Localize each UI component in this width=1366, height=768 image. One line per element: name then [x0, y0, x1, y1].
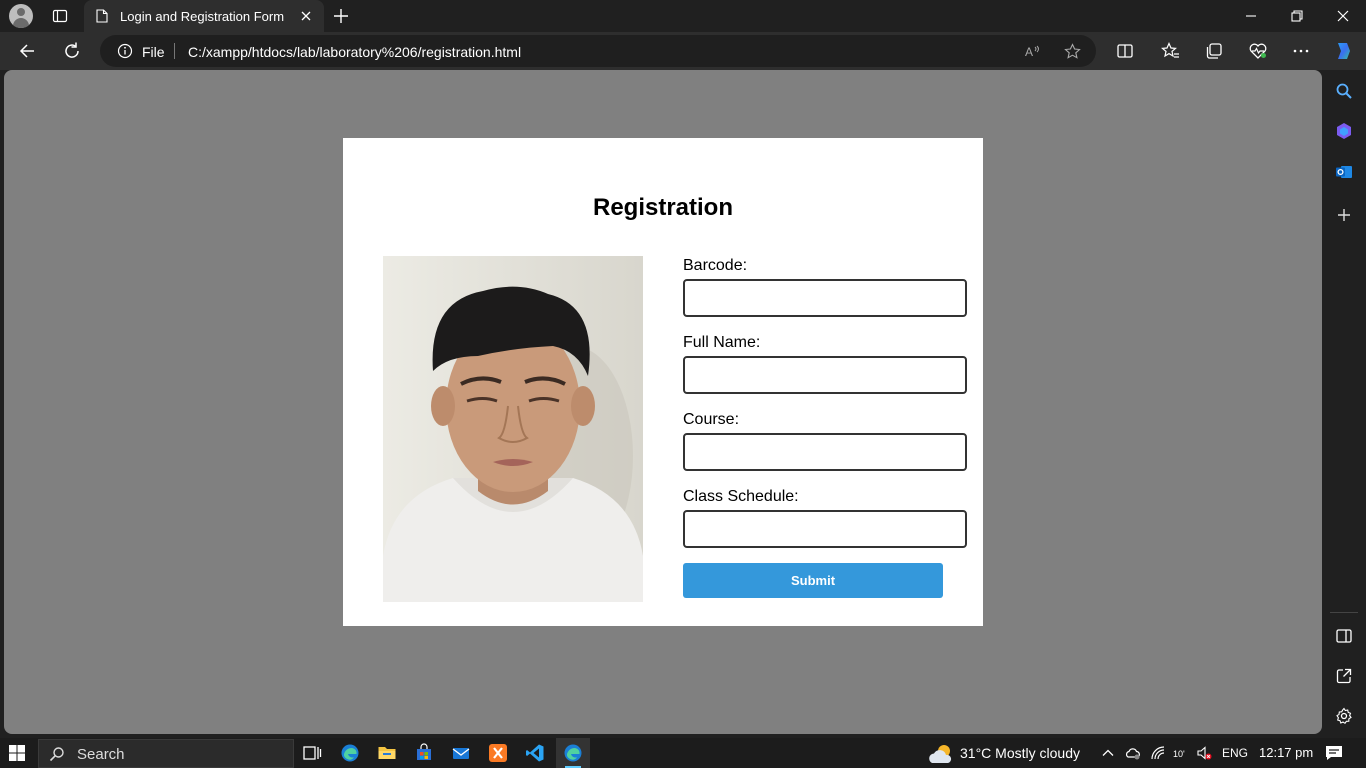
barcode-label: Barcode: — [683, 257, 748, 274]
edge-taskbar-icon — [564, 744, 582, 762]
full-name-input[interactable] — [683, 356, 967, 394]
taskbar-search-box[interactable]: Search — [38, 739, 294, 768]
onedrive-cloud-icon[interactable] — [1125, 745, 1141, 761]
task-view-icon[interactable] — [302, 743, 322, 763]
profile-avatar[interactable] — [9, 4, 33, 28]
full-name-label: Full Name: — [683, 334, 761, 351]
system-clock[interactable]: 12:17 pm — [1259, 745, 1313, 760]
url-scheme-label: File — [142, 44, 165, 60]
weather-cloudy-icon[interactable] — [928, 743, 954, 765]
refresh-icon[interactable] — [62, 41, 82, 61]
settings-gear-icon[interactable] — [1335, 707, 1353, 725]
wifi-icon[interactable] — [1150, 745, 1166, 761]
favorite-star-icon[interactable] — [1064, 43, 1081, 60]
weather-text[interactable]: 31°C Mostly cloudy — [960, 745, 1080, 761]
hide-sidebar-icon[interactable] — [1335, 627, 1353, 645]
taskbar: Search 31°C Mostly cloudy 10' ENG 12:17 … — [0, 738, 1366, 768]
course-label: Course: — [683, 411, 740, 428]
volume-muted-icon[interactable] — [1196, 745, 1212, 761]
microsoft-store-icon[interactable] — [414, 743, 434, 763]
favorites-icon[interactable] — [1160, 41, 1180, 61]
xampp-icon[interactable] — [488, 743, 508, 763]
title-bar: Login and Registration Form — [0, 0, 1366, 32]
sidebar-divider — [1330, 612, 1358, 613]
input-language[interactable]: ENG — [1222, 746, 1248, 760]
split-screen-icon[interactable] — [1115, 41, 1135, 61]
class-schedule-input[interactable] — [683, 510, 967, 548]
navigation-bar: File C:/xampp/htdocs/lab/laboratory%206/… — [0, 32, 1366, 70]
back-icon[interactable] — [18, 41, 38, 61]
new-tab-icon[interactable] — [332, 7, 350, 25]
registration-card: Registration Barcode: Full Name: Course:… — [343, 138, 983, 626]
svg-text:10': 10' — [1173, 749, 1185, 759]
collections-icon[interactable] — [1204, 41, 1224, 61]
windows-start-icon[interactable] — [9, 745, 25, 761]
svg-text:A: A — [1025, 45, 1033, 59]
close-window-icon[interactable] — [1335, 8, 1351, 24]
read-aloud-icon[interactable]: A — [1024, 43, 1041, 60]
more-menu-icon[interactable] — [1291, 41, 1311, 61]
search-icon — [49, 747, 64, 762]
search-placeholder: Search — [77, 746, 125, 763]
copilot-icon[interactable] — [1333, 40, 1355, 62]
browser-tab-active[interactable]: Login and Registration Form — [84, 0, 324, 32]
page-viewport: Registration Barcode: Full Name: Course:… — [4, 70, 1322, 734]
browser-essentials-icon[interactable] — [1248, 41, 1268, 61]
barcode-input[interactable] — [683, 279, 967, 317]
page-title: Registration — [592, 194, 733, 221]
site-info-icon[interactable] — [117, 43, 133, 59]
class-schedule-label: Class Schedule: — [683, 488, 799, 505]
submit-button[interactable]: Submit — [683, 563, 943, 598]
student-photo — [383, 256, 643, 602]
tab-actions-icon[interactable] — [52, 8, 68, 24]
vscode-icon[interactable] — [525, 743, 545, 763]
battery-icon[interactable]: 10' — [1173, 745, 1189, 761]
document-icon — [96, 9, 108, 23]
copilot-sidebar-icon[interactable] — [1335, 122, 1353, 140]
edge-taskbar-active[interactable] — [556, 738, 590, 768]
close-tab-icon[interactable] — [298, 8, 314, 24]
show-hidden-icons-chevron-icon[interactable] — [1100, 745, 1116, 761]
edge-sidebar — [1322, 70, 1366, 738]
add-sidebar-app-icon[interactable] — [1335, 206, 1353, 224]
minimize-icon[interactable] — [1243, 8, 1259, 24]
registration-form: Barcode: Full Name: Course: Class Schedu… — [683, 256, 967, 598]
portrait-image — [383, 256, 643, 602]
tab-title: Login and Registration Form — [120, 9, 285, 24]
open-external-icon[interactable] — [1335, 667, 1353, 685]
notification-center-icon[interactable] — [1325, 745, 1343, 761]
course-input[interactable] — [683, 433, 967, 471]
edge-taskbar-icon[interactable] — [340, 743, 360, 763]
mail-icon[interactable] — [451, 743, 471, 763]
restore-icon[interactable] — [1289, 8, 1305, 24]
search-icon[interactable] — [1335, 82, 1353, 100]
url-divider — [174, 43, 175, 59]
address-bar[interactable]: File C:/xampp/htdocs/lab/laboratory%206/… — [100, 35, 1096, 67]
outlook-icon[interactable] — [1335, 163, 1353, 181]
file-explorer-icon[interactable] — [377, 743, 397, 763]
url-text[interactable]: C:/xampp/htdocs/lab/laboratory%206/regis… — [188, 44, 521, 60]
